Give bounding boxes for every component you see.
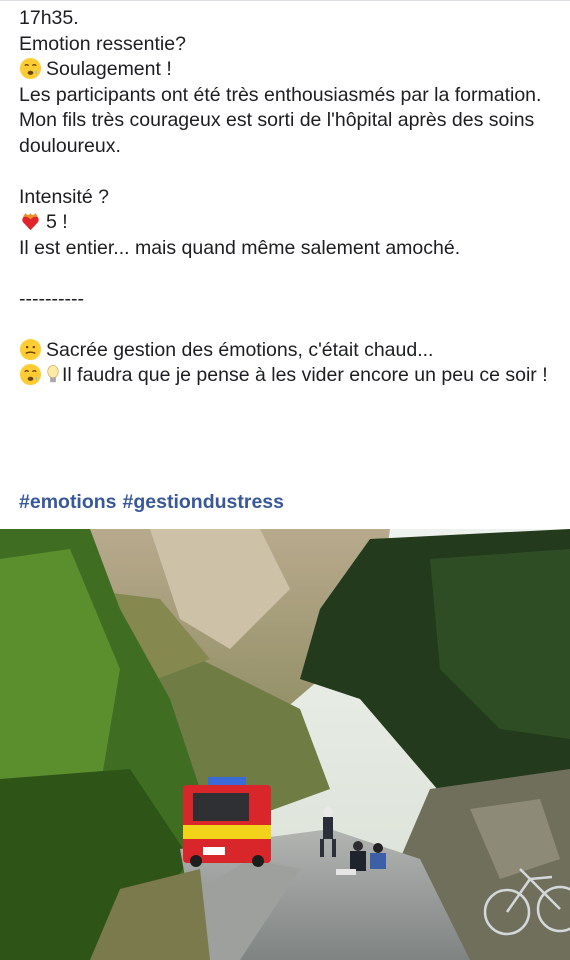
state-line: Il est entier... mais quand même salemen…: [19, 236, 461, 259]
hashtag-link[interactable]: #gestiondustress: [123, 491, 284, 513]
intensity-question-line: Intensité ?: [19, 185, 109, 208]
management-line: Sacrée gestion des émotions, c'était cha…: [19, 338, 559, 364]
separator-line: ----------: [19, 287, 84, 310]
relief-line: Soulagement !: [19, 57, 559, 83]
intensity-value-line: 5 !: [19, 210, 559, 236]
grimacing-face-icon: [19, 338, 42, 361]
relieved-face-icon: [19, 363, 42, 386]
hashtag-link[interactable]: #emotions: [19, 491, 117, 513]
relieved-face-icon: [19, 57, 42, 80]
top-divider: [0, 0, 570, 1]
relief-label: Soulagement !: [46, 58, 172, 80]
emotion-question-line: Emotion ressentie?: [19, 32, 186, 55]
post-time-line: 17h35.: [19, 7, 79, 29]
management-text: Sacrée gestion des émotions, c'était cha…: [46, 338, 434, 361]
heart-on-fire-icon: [19, 210, 42, 233]
participants-line: Les participants ont été très enthousias…: [19, 83, 542, 106]
empty-tonight-line: Il faudra que je pense à les vider encor…: [19, 363, 559, 389]
intensity-value: 5 !: [46, 211, 68, 233]
light-bulb-icon: [46, 363, 60, 386]
post-body: 17h35. Emotion ressentie? Soulagement ! …: [19, 6, 559, 389]
son-line: Mon fils très courageux est sorti de l'h…: [19, 109, 535, 157]
ambulance: [183, 777, 271, 867]
post-photo[interactable]: [0, 529, 570, 960]
empty-tonight-text: Il faudra que je pense à les vider encor…: [62, 364, 548, 386]
hashtag-row: #emotions #gestiondustress: [19, 491, 290, 514]
